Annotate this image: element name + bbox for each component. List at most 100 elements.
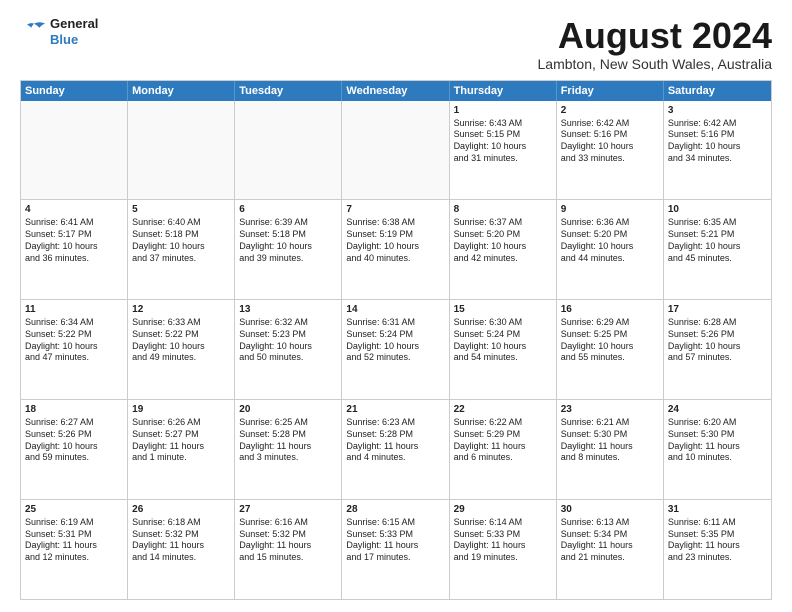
day-info-line: Sunset: 5:24 PM [454, 329, 552, 341]
day-info-line: Sunset: 5:19 PM [346, 229, 444, 241]
day-info-line: Sunset: 5:32 PM [132, 529, 230, 541]
cal-row-1: 4Sunrise: 6:41 AMSunset: 5:17 PM Daylight… [21, 200, 771, 300]
cal-header-thursday: Thursday [450, 81, 557, 101]
day-number: 6 [239, 203, 337, 216]
cal-header-tuesday: Tuesday [235, 81, 342, 101]
day-number: 4 [25, 203, 123, 216]
day-info-line: and 55 minutes. [561, 352, 659, 364]
day-info-line: Daylight: 10 hours [561, 241, 659, 253]
day-info-line: Sunrise: 6:36 AM [561, 217, 659, 229]
cal-cell-day-30: 30Sunrise: 6:13 AMSunset: 5:34 PMDayligh… [557, 500, 664, 599]
day-info-line: Daylight: 11 hours [25, 540, 123, 552]
day-info-line: and 39 minutes. [239, 253, 337, 265]
day-number: 12 [132, 303, 230, 316]
day-info-line: and 15 minutes. [239, 552, 337, 564]
day-info-line: Daylight: 10 hours [454, 241, 552, 253]
cal-cell-day-4: 4Sunrise: 6:41 AMSunset: 5:17 PMDaylight… [21, 200, 128, 299]
day-info-line: Sunrise: 6:29 AM [561, 317, 659, 329]
day-info-line: Sunset: 5:30 PM [561, 429, 659, 441]
cal-cell-day-25: 25Sunrise: 6:19 AMSunset: 5:31 PMDayligh… [21, 500, 128, 599]
day-info-line: Daylight: 10 hours [668, 341, 767, 353]
day-number: 29 [454, 503, 552, 516]
day-info-line: Daylight: 10 hours [454, 341, 552, 353]
page: General Blue August 2024 Lambton, New So… [0, 0, 792, 612]
day-info-line: Daylight: 11 hours [668, 441, 767, 453]
cal-row-0: 1Sunrise: 6:43 AMSunset: 5:15 PMDaylight… [21, 101, 771, 201]
calendar-body: 1Sunrise: 6:43 AMSunset: 5:15 PMDaylight… [21, 101, 771, 599]
cal-cell-day-6: 6Sunrise: 6:39 AMSunset: 5:18 PMDaylight… [235, 200, 342, 299]
day-info-line: Daylight: 11 hours [561, 441, 659, 453]
day-info-line: Sunrise: 6:23 AM [346, 417, 444, 429]
cal-cell-day-11: 11Sunrise: 6:34 AMSunset: 5:22 PMDayligh… [21, 300, 128, 399]
day-number: 21 [346, 403, 444, 416]
day-number: 14 [346, 303, 444, 316]
day-info-line: Sunset: 5:17 PM [25, 229, 123, 241]
day-info-line: Sunrise: 6:41 AM [25, 217, 123, 229]
day-info-line: Sunset: 5:22 PM [25, 329, 123, 341]
day-info-line: Sunset: 5:18 PM [132, 229, 230, 241]
day-info-line: and 40 minutes. [346, 253, 444, 265]
day-info-line: Sunrise: 6:40 AM [132, 217, 230, 229]
day-info-line: Sunrise: 6:19 AM [25, 517, 123, 529]
day-info-line: Sunset: 5:33 PM [454, 529, 552, 541]
day-number: 23 [561, 403, 659, 416]
day-number: 18 [25, 403, 123, 416]
day-info-line: Daylight: 11 hours [561, 540, 659, 552]
day-info-line: and 47 minutes. [25, 352, 123, 364]
day-info-line: and 23 minutes. [668, 552, 767, 564]
day-info-line: Sunset: 5:22 PM [132, 329, 230, 341]
cal-cell-day-27: 27Sunrise: 6:16 AMSunset: 5:32 PMDayligh… [235, 500, 342, 599]
day-info-line: Daylight: 11 hours [132, 441, 230, 453]
cal-row-4: 25Sunrise: 6:19 AMSunset: 5:31 PMDayligh… [21, 500, 771, 599]
general-blue-logo-icon [20, 18, 48, 46]
logo-text: General Blue [50, 16, 98, 47]
day-info-line: and 57 minutes. [668, 352, 767, 364]
cal-header-wednesday: Wednesday [342, 81, 449, 101]
day-info-line: and 14 minutes. [132, 552, 230, 564]
day-info-line: and 6 minutes. [454, 452, 552, 464]
cal-cell-day-18: 18Sunrise: 6:27 AMSunset: 5:26 PMDayligh… [21, 400, 128, 499]
day-number: 11 [25, 303, 123, 316]
day-number: 24 [668, 403, 767, 416]
day-number: 19 [132, 403, 230, 416]
calendar-header: SundayMondayTuesdayWednesdayThursdayFrid… [21, 81, 771, 101]
day-number: 28 [346, 503, 444, 516]
cal-header-saturday: Saturday [664, 81, 771, 101]
cal-cell-day-8: 8Sunrise: 6:37 AMSunset: 5:20 PMDaylight… [450, 200, 557, 299]
day-info-line: Sunset: 5:23 PM [239, 329, 337, 341]
day-info-line: and 50 minutes. [239, 352, 337, 364]
title-block: August 2024 Lambton, New South Wales, Au… [538, 16, 773, 72]
header: General Blue August 2024 Lambton, New So… [20, 16, 772, 72]
day-info-line: Sunrise: 6:39 AM [239, 217, 337, 229]
day-info-line: and 52 minutes. [346, 352, 444, 364]
cal-cell-day-10: 10Sunrise: 6:35 AMSunset: 5:21 PMDayligh… [664, 200, 771, 299]
day-info-line: Sunrise: 6:13 AM [561, 517, 659, 529]
cal-cell-day-21: 21Sunrise: 6:23 AMSunset: 5:28 PMDayligh… [342, 400, 449, 499]
day-info-line: Sunset: 5:35 PM [668, 529, 767, 541]
day-info-line: Daylight: 11 hours [668, 540, 767, 552]
day-info-line: Sunset: 5:16 PM [561, 129, 659, 141]
day-number: 8 [454, 203, 552, 216]
day-number: 17 [668, 303, 767, 316]
day-info-line: and 54 minutes. [454, 352, 552, 364]
day-info-line: Sunrise: 6:38 AM [346, 217, 444, 229]
day-info-line: Sunrise: 6:42 AM [561, 118, 659, 130]
day-info-line: Sunrise: 6:26 AM [132, 417, 230, 429]
day-info-line: and 42 minutes. [454, 253, 552, 265]
day-info-line: Sunset: 5:28 PM [346, 429, 444, 441]
day-info-line: Sunset: 5:21 PM [668, 229, 767, 241]
cal-cell-day-5: 5Sunrise: 6:40 AMSunset: 5:18 PMDaylight… [128, 200, 235, 299]
day-info-line: Sunset: 5:24 PM [346, 329, 444, 341]
day-info-line: and 31 minutes. [454, 153, 552, 165]
day-info-line: Sunset: 5:30 PM [668, 429, 767, 441]
day-info-line: Sunset: 5:29 PM [454, 429, 552, 441]
day-info-line: Sunrise: 6:35 AM [668, 217, 767, 229]
cal-header-sunday: Sunday [21, 81, 128, 101]
day-info-line: Sunrise: 6:25 AM [239, 417, 337, 429]
day-info-line: and 59 minutes. [25, 452, 123, 464]
cal-cell-day-31: 31Sunrise: 6:11 AMSunset: 5:35 PMDayligh… [664, 500, 771, 599]
day-info-line: and 19 minutes. [454, 552, 552, 564]
cal-cell-day-19: 19Sunrise: 6:26 AMSunset: 5:27 PMDayligh… [128, 400, 235, 499]
cal-cell-day-13: 13Sunrise: 6:32 AMSunset: 5:23 PMDayligh… [235, 300, 342, 399]
day-info-line: Sunrise: 6:18 AM [132, 517, 230, 529]
